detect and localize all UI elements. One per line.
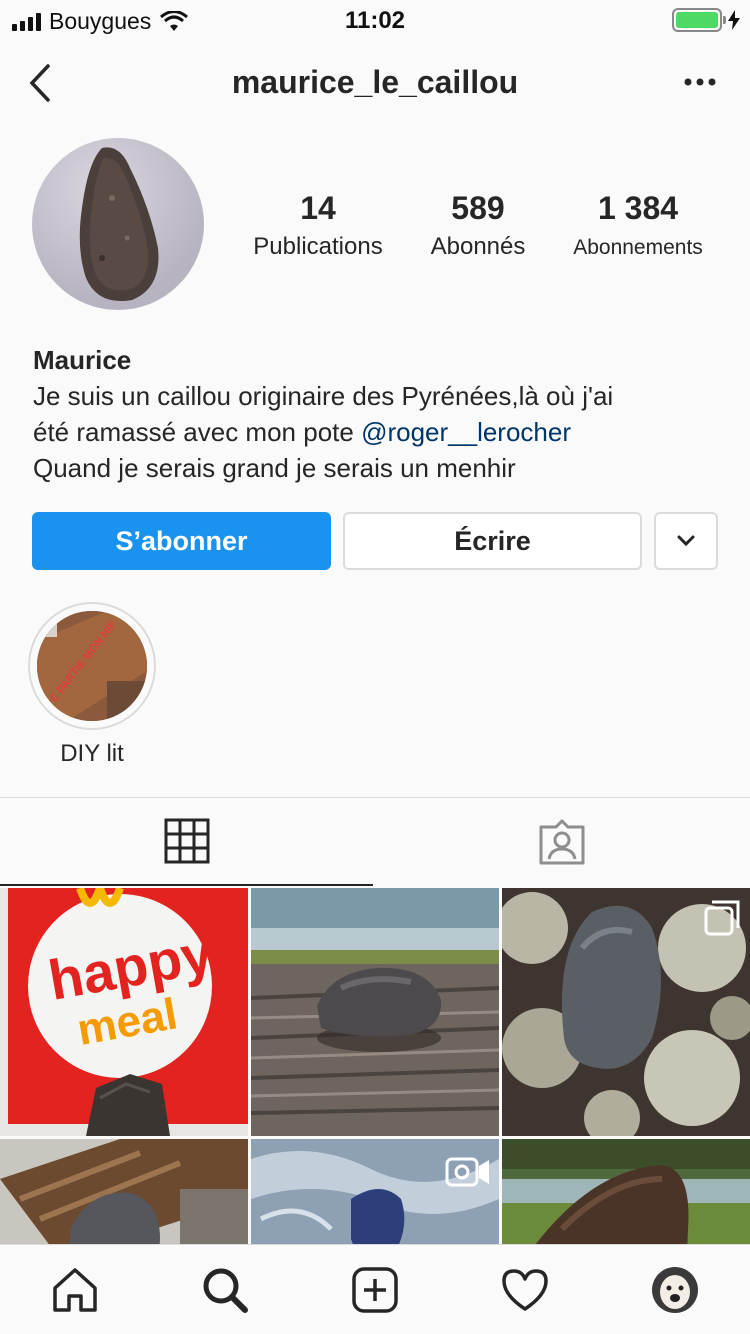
- tab-tagged[interactable]: [375, 798, 748, 886]
- post-thumbnail[interactable]: [502, 1139, 750, 1244]
- post-thumbnail[interactable]: [251, 888, 499, 1136]
- stat-followers[interactable]: 589 Abonnés: [418, 190, 538, 261]
- search-icon: [203, 1268, 248, 1313]
- follow-button[interactable]: S’abonner: [32, 512, 331, 570]
- grid-icon: [164, 818, 209, 864]
- status-right: [672, 8, 740, 32]
- profile-avatar[interactable]: [32, 138, 204, 310]
- home-icon: [53, 1268, 97, 1312]
- post-thumbnail[interactable]: [251, 1139, 499, 1244]
- ellipsis-icon: [684, 78, 716, 86]
- highlight-ring: C PARTIE MON HIF: [28, 602, 156, 730]
- post-thumbnail[interactable]: [0, 1139, 248, 1244]
- more-options-button[interactable]: [680, 72, 720, 92]
- profile-username: maurice_le_caillou: [231, 64, 519, 100]
- post-image: [502, 1139, 750, 1244]
- post-thumbnail[interactable]: [502, 888, 750, 1136]
- tab-grid[interactable]: [0, 798, 373, 886]
- tab-activity[interactable]: [500, 1265, 550, 1315]
- message-button[interactable]: Écrire: [343, 512, 642, 570]
- stat-publications[interactable]: 14 Publications: [244, 190, 392, 261]
- heart-icon: [502, 1269, 548, 1311]
- highlight-cover-photo: C PARTIE MON HIF: [37, 611, 147, 721]
- bio-line: Je suis un caillou originaire des Pyréné…: [33, 381, 614, 411]
- tagged-person-icon: [539, 819, 584, 865]
- charging-bolt-icon: [728, 10, 740, 30]
- profile-tabs: [0, 797, 750, 887]
- tab-search[interactable]: [200, 1265, 250, 1315]
- status-bar: Bouygues 11:02: [0, 0, 750, 40]
- profile-bio: Maurice Je suis un caillou originaire de…: [33, 342, 723, 486]
- tab-new-post[interactable]: [350, 1265, 400, 1315]
- post-image: happy meal: [0, 888, 248, 1136]
- bio-line: Quand je serais grand je serais un menhi…: [33, 453, 516, 483]
- rock-photo: [79, 147, 159, 302]
- nav-bar: maurice_le_caillou: [0, 50, 750, 120]
- tab-home[interactable]: [50, 1265, 100, 1315]
- bio-mention-link[interactable]: @roger__lerocher: [361, 417, 571, 447]
- battery-fill: [676, 12, 718, 28]
- profile-avatar-icon: [652, 1267, 698, 1313]
- stat-label: Abonnements: [573, 236, 703, 259]
- stat-following[interactable]: 1 384 Abonnements: [562, 190, 714, 260]
- tab-profile[interactable]: [650, 1265, 700, 1315]
- stat-value: 1 384: [597, 190, 679, 226]
- suggestions-toggle-button[interactable]: [654, 512, 718, 570]
- post-image: [251, 888, 499, 1136]
- post-image: [502, 888, 750, 1136]
- battery-icon: [672, 8, 726, 32]
- status-time: 11:02: [344, 7, 406, 34]
- highlight-label: DIY lit: [60, 740, 124, 767]
- post-thumbnail[interactable]: happy meal: [0, 888, 248, 1136]
- posts-grid: happy meal: [0, 888, 750, 1244]
- plus-square-icon: [352, 1267, 398, 1313]
- bottom-tab-bar: [0, 1244, 750, 1334]
- post-image: [0, 1139, 248, 1244]
- profile-name: Maurice: [33, 345, 132, 375]
- stat-label: Publications: [253, 233, 383, 260]
- highlight-cover: C PARTIE MON HIF: [37, 611, 147, 721]
- stat-label: Abonnés: [430, 233, 526, 260]
- stat-value: 589: [451, 190, 505, 226]
- story-highlight[interactable]: C PARTIE MON HIF DIY lit: [28, 602, 156, 768]
- bio-line: été ramassé avec mon pote: [33, 417, 362, 447]
- chevron-down-icon: [677, 535, 695, 547]
- stat-value: 14: [300, 190, 336, 226]
- post-image: [251, 1139, 499, 1244]
